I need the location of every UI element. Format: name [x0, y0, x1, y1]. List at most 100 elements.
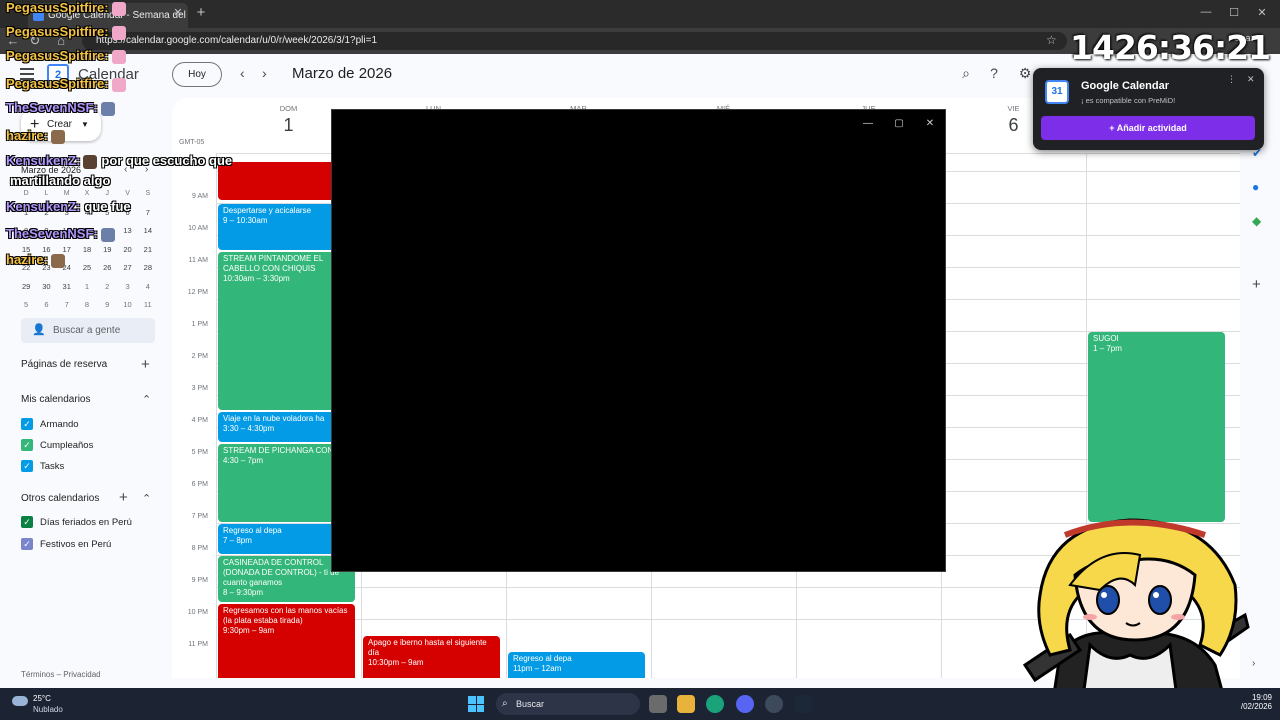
calendar-event[interactable]: Regresamos con las manos vacías (la plat…	[218, 604, 355, 678]
task-view-icon[interactable]	[649, 695, 667, 713]
chat-username: TheSevenNSF:	[6, 100, 98, 115]
more-options-icon[interactable]: ⋮	[1227, 74, 1236, 85]
day-column-divider	[216, 153, 217, 678]
calendar-item-festivos[interactable]: ✓ Festivos en Perú	[21, 538, 111, 554]
chevron-up-icon[interactable]: ⌃	[142, 393, 151, 406]
mini-day[interactable]: 13	[117, 222, 137, 241]
chat-message: TheSevenNSF:	[6, 226, 115, 242]
checkbox-checked-icon[interactable]: ✓	[21, 460, 33, 472]
my-calendars-title[interactable]: Mis calendarios	[21, 394, 90, 405]
mini-day[interactable]: 20	[117, 241, 137, 260]
close-icon[interactable]: ✕	[1247, 74, 1255, 85]
calendar-item-tasks[interactable]: ✓ Tasks	[21, 460, 64, 476]
cloud-icon[interactable]	[12, 696, 28, 706]
mini-day[interactable]: 27	[117, 259, 137, 278]
mini-day[interactable]: 9	[97, 296, 117, 315]
search-icon[interactable]: ⌕	[957, 65, 975, 82]
terms-link[interactable]: Términos – Privacidad	[21, 670, 101, 679]
mini-day[interactable]: 7	[138, 204, 158, 223]
settings-gear-icon[interactable]: ⚙	[1016, 65, 1034, 82]
maximize-icon[interactable]: ▢	[892, 118, 906, 129]
mini-day[interactable]: 4	[138, 278, 158, 297]
mini-day[interactable]: 14	[138, 222, 158, 241]
other-calendars-title[interactable]: Otros calendarios	[21, 493, 99, 504]
contacts-icon[interactable]: ●	[1252, 180, 1259, 194]
calendar-event[interactable]: Regreso al depa 11pm – 12am	[508, 652, 645, 678]
chat-text: por que escucho que	[101, 153, 233, 168]
windows-taskbar: 25°C Nublado ⌕ Buscar 19:09 /02/2026	[0, 688, 1280, 720]
chat-message: PegasusSpitfire:	[6, 0, 126, 16]
mini-day[interactable]: 18	[77, 241, 97, 260]
calendar-event[interactable]: Apago e iberno hasta el siguiente día 10:…	[363, 636, 500, 678]
mini-day[interactable]: 26	[97, 259, 117, 278]
maps-pin-icon[interactable]: ◆	[1252, 214, 1261, 228]
mini-day[interactable]: 29	[16, 278, 36, 297]
calendar-item-armando[interactable]: ✓ Armando	[21, 418, 79, 434]
next-week-icon[interactable]: ›	[262, 65, 267, 81]
hour-label: 2 PM	[191, 353, 208, 360]
minimize-icon[interactable]: —	[1196, 6, 1216, 18]
add-addon-icon[interactable]: +	[1252, 276, 1261, 293]
mini-day[interactable]: 3	[117, 278, 137, 297]
calendar-item-feriados[interactable]: ✓ Días feriados en Perú	[21, 516, 132, 532]
mini-day[interactable]: 8	[77, 296, 97, 315]
taskbar-search-input[interactable]: ⌕ Buscar	[496, 693, 640, 715]
help-icon[interactable]: ?	[985, 65, 1003, 81]
mini-day[interactable]: 25	[77, 259, 97, 278]
checkbox-checked-icon[interactable]: ✓	[21, 418, 33, 430]
add-activity-button[interactable]: + Añadir actividad	[1041, 116, 1255, 140]
mini-day[interactable]: 28	[138, 259, 158, 278]
chat-message: martillando algo	[6, 173, 110, 188]
add-booking-icon[interactable]: +	[141, 356, 150, 373]
mini-day[interactable]: 7	[57, 296, 77, 315]
mini-day[interactable]: 30	[36, 278, 56, 297]
chat-emote-icon	[50, 253, 65, 268]
expand-panel-icon[interactable]: ›	[1252, 658, 1255, 669]
github-icon[interactable]	[765, 695, 783, 713]
hour-label: 9 AM	[192, 193, 208, 200]
checkbox-checked-icon[interactable]: ✓	[21, 439, 33, 451]
edge-browser-icon[interactable]	[706, 695, 724, 713]
today-button[interactable]: Hoy	[172, 62, 222, 87]
maximize-icon[interactable]: ☐	[1224, 6, 1244, 19]
people-search-input[interactable]: 👤 Buscar a gente	[21, 318, 155, 343]
prev-week-icon[interactable]: ‹	[240, 65, 245, 81]
hour-label: 6 PM	[191, 481, 208, 488]
calendar-event[interactable]: SUGOI 1 – 7pm	[1088, 332, 1225, 522]
windows-start-icon[interactable]	[468, 696, 484, 712]
tab-close-icon[interactable]: ✕	[170, 5, 186, 21]
bookmark-star-icon[interactable]: ☆	[1046, 33, 1057, 47]
url-bar[interactable]: https://calendar.google.com/calendar/u/0…	[82, 32, 1067, 50]
mini-day[interactable]: 31	[57, 278, 77, 297]
weather-description[interactable]: Nublado	[33, 705, 63, 714]
checkbox-checked-icon[interactable]: ✓	[21, 516, 33, 528]
calendar-item-cumpleanos[interactable]: ✓ Cumpleaños	[21, 439, 93, 455]
mini-day[interactable]: 1	[77, 278, 97, 297]
discord-icon[interactable]	[736, 695, 754, 713]
mini-day[interactable]: 6	[36, 296, 56, 315]
close-window-icon[interactable]: ✕	[1252, 6, 1272, 19]
black-overlay-window[interactable]: — ▢ ✕	[331, 109, 946, 572]
chevron-up-icon[interactable]: ⌃	[142, 492, 151, 505]
chat-message: PegasusSpitfire:	[6, 48, 126, 64]
calendar-label: Festivos en Perú	[40, 539, 112, 550]
mini-day[interactable]: 11	[138, 296, 158, 315]
booking-pages-title[interactable]: Páginas de reserva	[21, 359, 107, 370]
add-calendar-icon[interactable]: +	[119, 489, 128, 506]
chat-message: TheSevenNSF:	[6, 100, 115, 116]
hour-label: 10 AM	[188, 225, 208, 232]
new-tab-icon[interactable]: +	[192, 4, 210, 22]
mini-day[interactable]: 5	[16, 296, 36, 315]
weather-temperature[interactable]: 25°C	[33, 694, 51, 703]
file-explorer-icon[interactable]	[677, 695, 695, 713]
mini-day[interactable]: 19	[97, 241, 117, 260]
chat-message: hazire:	[6, 252, 65, 268]
steam-icon[interactable]	[794, 695, 812, 713]
mini-day[interactable]: 21	[138, 241, 158, 260]
system-clock[interactable]: 19:09 /02/2026	[1232, 693, 1272, 711]
close-window-icon[interactable]: ✕	[923, 118, 937, 129]
mini-day[interactable]: 10	[117, 296, 137, 315]
minimize-icon[interactable]: —	[861, 118, 875, 129]
mini-day[interactable]: 2	[97, 278, 117, 297]
checkbox-checked-icon[interactable]: ✓	[21, 538, 33, 550]
